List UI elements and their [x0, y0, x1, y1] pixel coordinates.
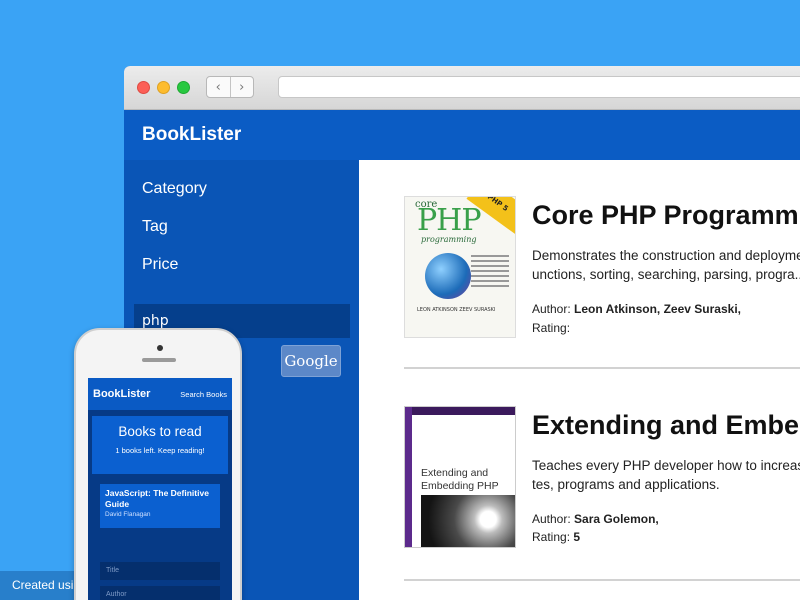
maximize-window-button[interactable] — [177, 81, 190, 94]
minimize-window-button[interactable] — [157, 81, 170, 94]
book-cover-image[interactable]: Extending and Embedding PHP — [404, 406, 516, 548]
divider — [404, 367, 800, 369]
back-arrow-icon[interactable]: ‹ — [207, 77, 230, 97]
google-search-button[interactable]: Google — [281, 345, 341, 377]
author-label: Author: — [532, 302, 571, 316]
sidebar-item-category[interactable]: Category — [124, 170, 359, 208]
cover-programming-text: programming — [421, 235, 477, 244]
author-value: Sara Golemon, — [574, 512, 659, 526]
cover-photo — [421, 495, 515, 547]
cover-php-text: PHP — [417, 203, 482, 238]
address-bar[interactable] — [278, 76, 800, 98]
globe-illustration — [425, 253, 471, 299]
book-title[interactable]: Core PHP Programming — [532, 200, 800, 231]
search-books-link[interactable]: Search Books — [180, 390, 227, 399]
panel-title: Books to read — [118, 424, 202, 439]
close-window-button[interactable] — [137, 81, 150, 94]
rating-label: Rating: — [532, 321, 571, 335]
book-rating: Rating: — [532, 321, 570, 335]
book-description: Demonstrates the construction and deploy… — [532, 248, 800, 282]
book-rating: Rating: 5 — [532, 530, 580, 544]
forward-arrow-icon[interactable]: › — [229, 77, 254, 97]
rating-label: Rating: — [532, 530, 571, 544]
author-label: Author: — [532, 512, 571, 526]
title-field[interactable]: Title — [100, 562, 220, 580]
cover-authors: LEON ATKINSON ZEEV SURASKI — [417, 307, 496, 313]
mobile-app-title[interactable]: BookLister — [93, 388, 150, 400]
book-list: core PHP programming PHP 5 LEON ATKINSON… — [359, 160, 800, 600]
speaker-grille — [142, 358, 176, 362]
reading-list-card[interactable]: JavaScript: The Definitive Guide David F… — [100, 484, 220, 528]
app-header: BookLister — [124, 110, 800, 160]
card-title: JavaScript: The Definitive Guide — [105, 488, 209, 509]
mobile-header: BookLister Search Books — [88, 378, 232, 410]
cover-badge-text: PHP 5 — [485, 196, 510, 213]
panel-subtitle: 1 books left. Keep reading! — [115, 446, 205, 455]
cover-text-lines — [471, 255, 509, 290]
book-description: Teaches every PHP developer how to incre… — [532, 458, 800, 492]
book-author: Author: Leon Atkinson, Zeev Suraski, — [532, 302, 741, 316]
rating-value: 5 — [573, 530, 581, 544]
books-to-read-panel: Books to read 1 books left. Keep reading… — [92, 416, 228, 474]
app-title[interactable]: BookLister — [142, 124, 241, 146]
book-author: Author: Sara Golemon, — [532, 512, 659, 526]
phone-mockup: BookLister Search Books Books to read 1 … — [74, 328, 242, 600]
sidebar-item-price[interactable]: Price — [124, 246, 359, 284]
browser-toolbar: ‹ › — [124, 66, 800, 110]
camera-icon — [157, 345, 163, 351]
nav-buttons: ‹ › — [206, 76, 254, 98]
sidebar-item-tag[interactable]: Tag — [124, 208, 359, 246]
book-cover-image[interactable]: core PHP programming PHP 5 LEON ATKINSON… — [404, 196, 516, 338]
divider — [404, 579, 800, 581]
author-value: Leon Atkinson, Zeev Suraski, — [574, 302, 741, 316]
cover-band — [405, 407, 412, 547]
phone-screen: BookLister Search Books Books to read 1 … — [88, 378, 232, 600]
cover-title-text: Extending and Embedding PHP — [421, 467, 499, 492]
author-field[interactable]: Author — [100, 586, 220, 600]
cover-top-band — [412, 407, 515, 415]
card-author: David Flanagan — [105, 511, 151, 518]
book-title[interactable]: Extending and Embedding PHP — [532, 410, 800, 441]
